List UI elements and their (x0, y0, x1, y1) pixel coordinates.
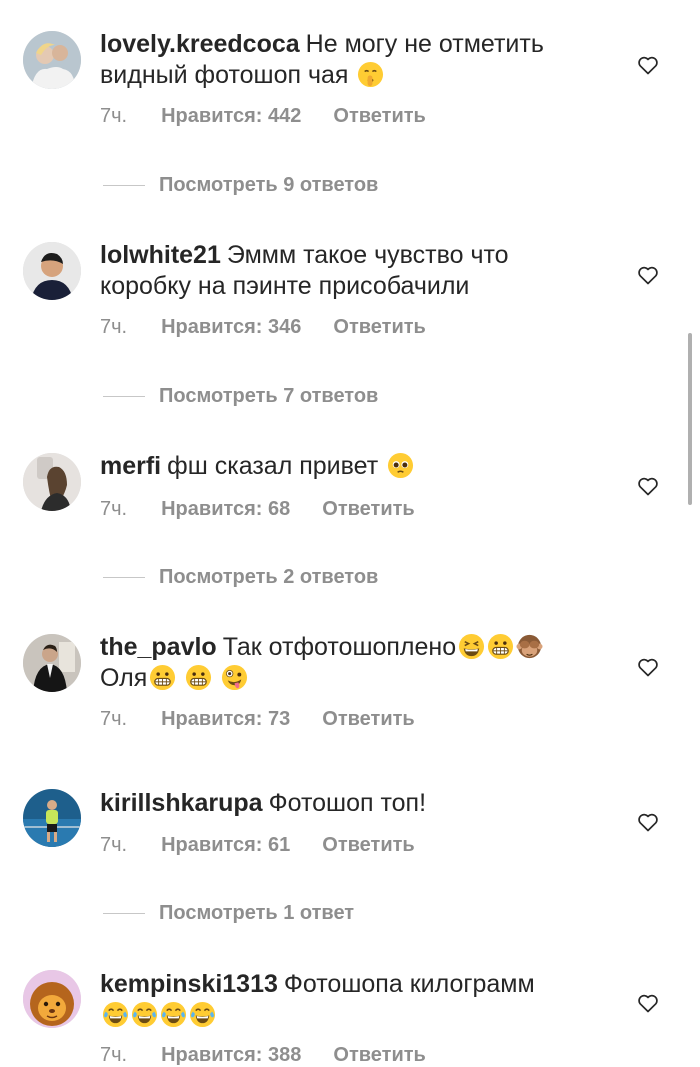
comment-message: фш сказал привет (167, 452, 379, 480)
comment-likes[interactable]: Нравится: 346 (161, 316, 301, 338)
reply-button[interactable]: Ответить (333, 105, 425, 127)
comment-text: kirillshkarupa Фотошоп топ! (100, 788, 600, 819)
reply-button[interactable]: Ответить (322, 498, 414, 520)
avatar[interactable] (23, 242, 81, 300)
comment-likes[interactable]: Нравится: 442 (161, 105, 301, 127)
view-replies-label: Посмотреть 2 ответов (159, 566, 379, 588)
comment-text: lolwhite21 Эммм такое чувство что коробку… (100, 240, 600, 302)
comment-meta: 7ч. Нравится: 442 Ответить (100, 105, 426, 128)
divider (103, 913, 145, 915)
see-no-evil-monkey-icon (516, 633, 543, 660)
avatar[interactable] (23, 970, 81, 1028)
comment-time: 7ч. (100, 105, 128, 127)
comment-meta: 7ч. Нравится: 61 Ответить (100, 834, 415, 857)
comment-meta: 7ч. Нравится: 388 Ответить (100, 1044, 426, 1067)
comment-username[interactable]: lolwhite21 (100, 241, 221, 269)
tears-of-joy-face-icon (189, 1001, 216, 1028)
comment-username[interactable]: lovely.kreedcoca (100, 30, 300, 58)
view-replies-label: Посмотреть 1 ответ (159, 902, 355, 924)
like-button[interactable] (636, 655, 660, 679)
comment-time: 7ч. (100, 834, 128, 856)
view-replies-label: Посмотреть 9 ответов (159, 174, 379, 196)
comment-message: Фотошоп топ! (268, 789, 427, 817)
comment-text: merfi фш сказал привет (100, 451, 600, 482)
pleading-face-icon (387, 452, 414, 479)
avatar[interactable] (23, 31, 81, 89)
comment-text: the_pavlo Так отфотошоплено Оля (100, 632, 600, 694)
view-replies-button[interactable]: Посмотреть 9 ответов (103, 174, 378, 197)
view-replies-label: Посмотреть 7 ответов (159, 385, 379, 407)
comment-message: Фотошопа килограмм (283, 970, 535, 998)
like-button[interactable] (636, 810, 660, 834)
comment-meta: 7ч. Нравится: 68 Ответить (100, 498, 415, 521)
shushing-face-icon (357, 61, 384, 88)
comment-time: 7ч. (100, 316, 128, 338)
comment-likes[interactable]: Нравится: 61 (161, 834, 290, 856)
grimacing-face-icon (487, 633, 514, 660)
comment-meta: 7ч. Нравится: 346 Ответить (100, 316, 426, 339)
grimacing-face-icon (185, 664, 212, 691)
comment-message-line2: Оля (100, 664, 148, 692)
like-button[interactable] (636, 991, 660, 1015)
comment-time: 7ч. (100, 498, 128, 520)
comment-text: lovely.kreedcoca Не могу не отметить видн… (100, 29, 600, 91)
comment-time: 7ч. (100, 708, 128, 730)
comment-message: Так отфотошоплено (222, 633, 457, 661)
like-button[interactable] (636, 474, 660, 498)
view-replies-button[interactable]: Посмотреть 1 ответ (103, 902, 354, 925)
reply-button[interactable]: Ответить (333, 316, 425, 338)
avatar[interactable] (23, 453, 81, 511)
tears-of-joy-face-icon (131, 1001, 158, 1028)
tears-of-joy-face-icon (160, 1001, 187, 1028)
zany-face-icon (221, 664, 248, 691)
comment-likes[interactable]: Нравится: 68 (161, 498, 290, 520)
comment-meta: 7ч. Нравится: 73 Ответить (100, 708, 415, 731)
divider (103, 185, 145, 187)
comment-username[interactable]: kempinski1313 (100, 970, 278, 998)
grimacing-face-icon (149, 664, 176, 691)
reply-button[interactable]: Ответить (322, 834, 414, 856)
divider (103, 577, 145, 579)
avatar[interactable] (23, 789, 81, 847)
reply-button[interactable]: Ответить (322, 708, 414, 730)
scrollbar[interactable] (688, 333, 692, 505)
comment-username[interactable]: the_pavlo (100, 633, 217, 661)
comment-username[interactable]: merfi (100, 452, 161, 480)
tears-of-joy-face-icon (102, 1001, 129, 1028)
avatar[interactable] (23, 634, 81, 692)
grinning-squint-face-icon (458, 633, 485, 660)
like-button[interactable] (636, 53, 660, 77)
view-replies-button[interactable]: Посмотреть 2 ответов (103, 566, 378, 589)
view-replies-button[interactable]: Посмотреть 7 ответов (103, 385, 378, 408)
divider (103, 396, 145, 398)
comment-username[interactable]: kirillshkarupa (100, 789, 263, 817)
comment-text: kempinski1313 Фотошопа килограмм (100, 969, 600, 1031)
comment-likes[interactable]: Нравится: 73 (161, 708, 290, 730)
like-button[interactable] (636, 263, 660, 287)
